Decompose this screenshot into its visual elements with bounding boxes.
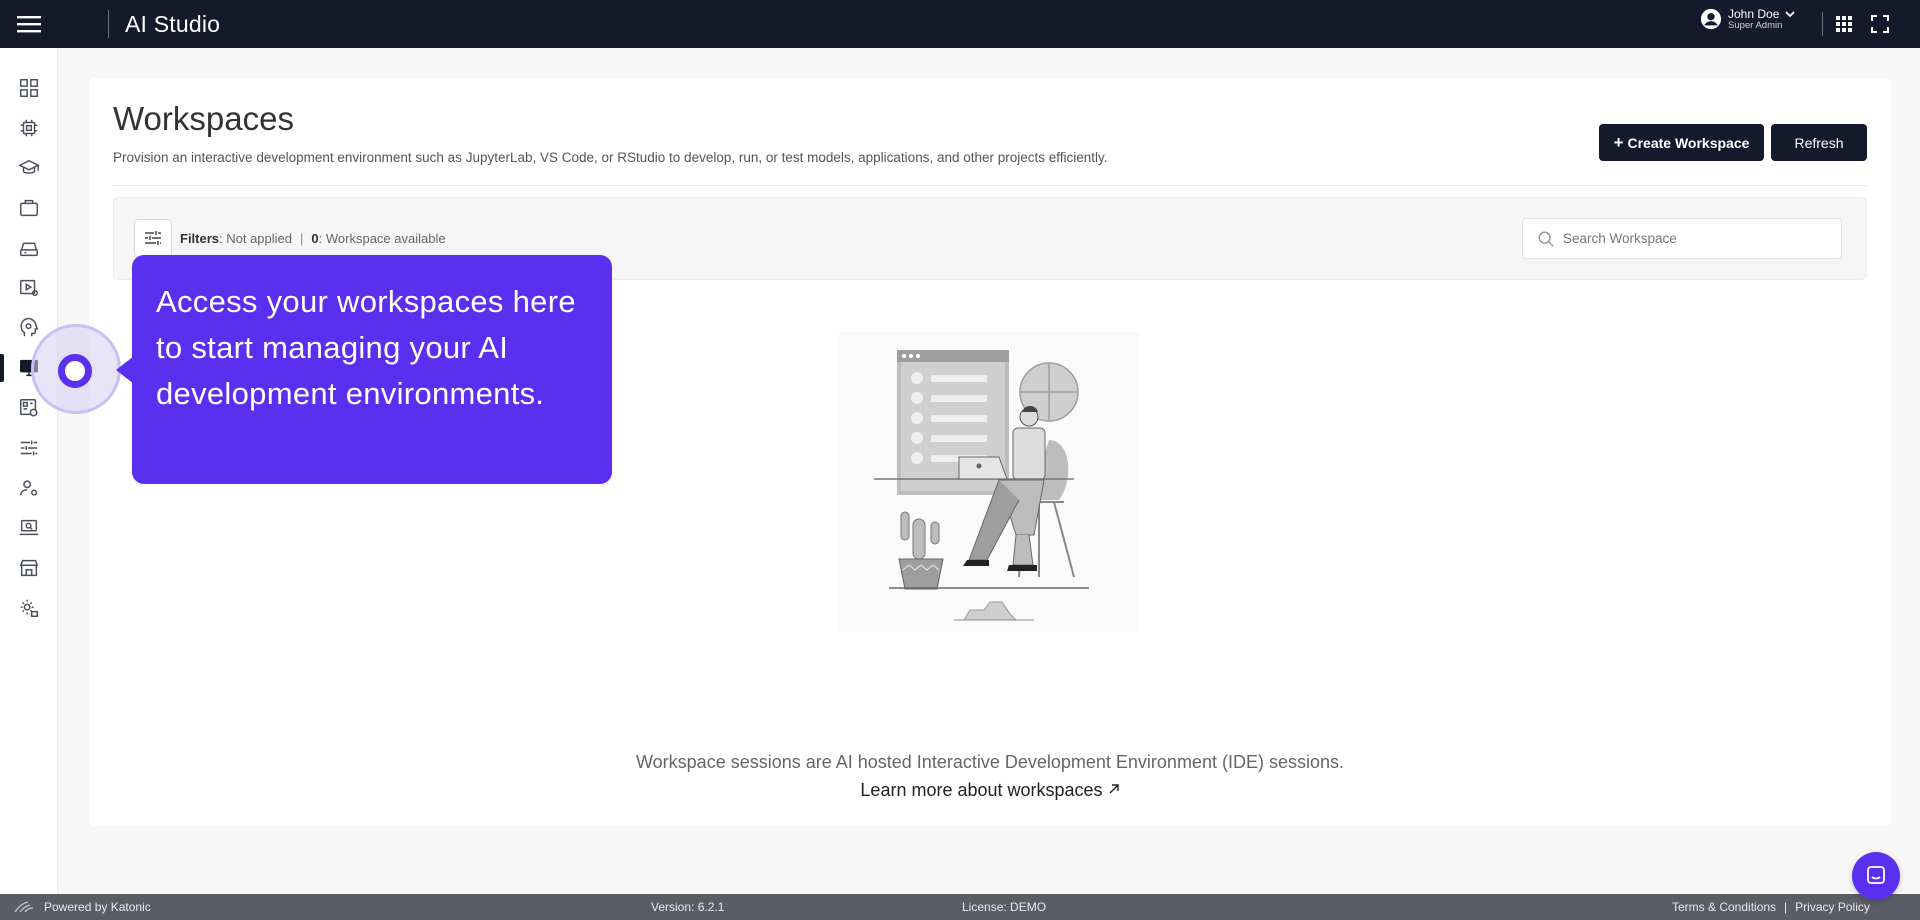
- user-role: Super Admin: [1728, 19, 1783, 31]
- user-avatar-icon: [1700, 9, 1722, 30]
- filter-button[interactable]: [134, 219, 172, 257]
- apps-grid-icon[interactable]: [1834, 14, 1854, 34]
- privacy-link[interactable]: Privacy Policy: [1795, 900, 1870, 914]
- tour-tooltip: Access your workspaces here to start man…: [132, 255, 612, 484]
- fullscreen-icon[interactable]: [1870, 14, 1890, 34]
- learn-more-text: Learn more about workspaces: [860, 780, 1103, 800]
- refresh-button[interactable]: Refresh: [1771, 124, 1867, 161]
- learn-more-link[interactable]: Learn more about workspaces: [89, 780, 1891, 801]
- sidebar-item-users[interactable]: [0, 470, 58, 506]
- katonic-logo-icon: [14, 901, 34, 913]
- header-divider: [108, 10, 109, 38]
- search-icon: [1538, 231, 1554, 247]
- plus-icon: +: [1613, 132, 1624, 152]
- briefcase-icon: [20, 199, 38, 217]
- sidebar-item-marketplace[interactable]: [0, 550, 58, 586]
- dashboard-link-icon: [20, 399, 38, 417]
- search-box: [1522, 218, 1842, 259]
- sidebar-item-admin[interactable]: [0, 590, 58, 626]
- divider: [113, 185, 1867, 186]
- page-title: Workspaces: [113, 100, 294, 137]
- sidebar-item-learning[interactable]: [0, 150, 58, 186]
- chevron-down-icon: [1785, 11, 1796, 18]
- footer: Powered by Katonic Version: 6.2.1 Licens…: [0, 894, 1920, 920]
- sidebar-item-projects[interactable]: [0, 190, 58, 226]
- graduation-cap-icon: [18, 159, 40, 174]
- filter-status: Filters: Not applied | 0: Workspace availa…: [180, 231, 446, 246]
- tour-hotspot-dot[interactable]: [58, 354, 92, 388]
- head-gear-icon: [20, 317, 39, 337]
- sidebar-item-dashboard[interactable]: [0, 70, 58, 106]
- chat-support-button[interactable]: [1852, 852, 1900, 900]
- sliders-icon: [20, 440, 38, 456]
- store-icon: [19, 559, 39, 577]
- menu-icon[interactable]: [0, 0, 58, 48]
- workspace-count: 0: [311, 231, 319, 246]
- cpu-chip-icon: [20, 119, 38, 137]
- laptop-search-icon: [19, 519, 39, 536]
- powered-by-text: Powered by Katonic: [44, 900, 151, 914]
- create-workspace-button[interactable]: + Create Workspace: [1599, 124, 1764, 161]
- header-divider-right: [1822, 12, 1823, 36]
- create-workspace-label: Create Workspace: [1627, 134, 1750, 151]
- page-description: Provision an interactive development env…: [113, 150, 1108, 165]
- dashboard-grid-icon: [20, 79, 38, 97]
- footer-separator: |: [1784, 900, 1788, 914]
- filter-separator: |: [300, 231, 304, 246]
- powered-by: Powered by Katonic: [14, 900, 151, 914]
- storage-drive-icon: [20, 242, 38, 257]
- external-link-arrow-icon: [1109, 784, 1119, 794]
- sidebar-item-monitoring[interactable]: [0, 510, 58, 546]
- user-name: John Doe: [1728, 7, 1780, 21]
- app-title: AI Studio: [125, 10, 221, 37]
- empty-state-message: Workspace sessions are AI hosted Interac…: [636, 752, 1344, 772]
- license-label: License: DEMO: [962, 900, 1047, 914]
- chat-icon: [1867, 866, 1885, 884]
- sidebar-item-compute[interactable]: [0, 110, 58, 146]
- filters-status: : Not applied: [219, 231, 293, 246]
- version-label: Version: 6.2.1: [651, 900, 725, 914]
- workspace-count-label: : Workspace available: [318, 231, 446, 246]
- sidebar: [0, 48, 58, 894]
- search-input[interactable]: [1563, 231, 1833, 246]
- sidebar-item-storage[interactable]: [0, 230, 58, 266]
- sidebar-item-deployments[interactable]: [0, 270, 58, 306]
- video-settings-icon: [20, 279, 38, 297]
- filter-sliders-icon: [145, 231, 161, 245]
- user-settings-icon: [20, 480, 38, 496]
- sidebar-item-settings[interactable]: [0, 430, 58, 466]
- footer-links: Terms & Conditions | Privacy Policy: [1672, 900, 1870, 914]
- empty-workspace-illustration: [839, 332, 1139, 632]
- terms-link[interactable]: Terms & Conditions: [1672, 900, 1776, 914]
- gear-lock-icon: [20, 599, 38, 617]
- filters-label: Filters: [180, 231, 220, 246]
- user-menu[interactable]: John Doe Super Admin: [1700, 8, 1796, 31]
- top-bar: AI Studio John Doe Super Admin: [0, 0, 1920, 48]
